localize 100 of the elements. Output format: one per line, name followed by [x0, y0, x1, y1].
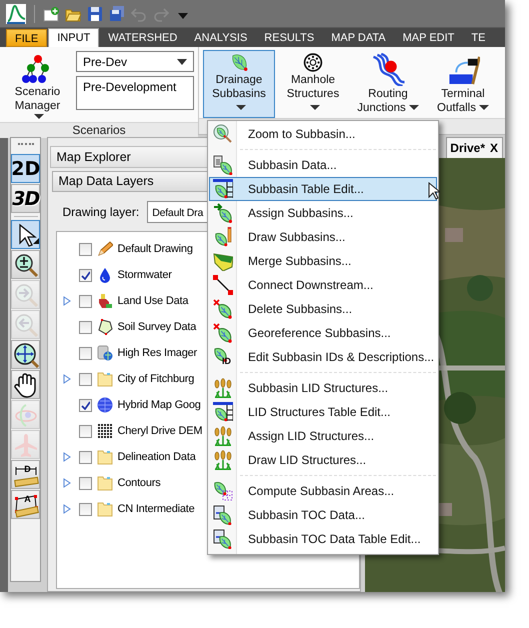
merge-icon	[213, 251, 233, 271]
expand-arrow-icon[interactable]	[63, 296, 72, 306]
expand-arrow-icon[interactable]	[63, 504, 72, 514]
menu-item[interactable]: Subbasin TOC Data Table Edit...	[209, 527, 437, 551]
connector-icon	[213, 275, 233, 295]
land-use-icon	[97, 293, 114, 309]
caret-icon[interactable]	[177, 58, 187, 64]
full-extent-icon	[12, 342, 39, 368]
ribbon-button[interactable]: Terminal Outfalls	[429, 50, 497, 118]
pencil-icon	[97, 241, 114, 257]
dot-grid-icon	[97, 423, 114, 439]
database-globe-icon	[97, 345, 114, 361]
layer-label[interactable]: Stormwater	[117, 269, 172, 281]
ribbon-button[interactable]: Manhole Structures	[279, 50, 347, 118]
menu-item[interactable]: Delete Subbasins...	[209, 297, 437, 321]
layer-label[interactable]: Delineation Data	[117, 451, 196, 463]
layer-label[interactable]: Hybrid Map Goog	[117, 399, 201, 411]
ribbon-tab[interactable]: ANALYSIS	[186, 29, 256, 47]
folder-icon	[97, 371, 114, 387]
layer-checkbox[interactable]	[79, 242, 92, 256]
layer-checkbox[interactable]	[79, 476, 92, 490]
folder-icon	[97, 449, 114, 465]
folder-icon	[97, 501, 114, 517]
new-file-icon[interactable]	[43, 6, 59, 22]
layer-checkbox[interactable]	[79, 320, 92, 334]
menu-item[interactable]: Georeference Subbasins...	[209, 321, 437, 345]
layer-label[interactable]: Soil Survey Data	[117, 321, 196, 333]
layer-checkbox[interactable]	[79, 346, 92, 360]
field-label: Drawing layer:	[62, 205, 140, 219]
ribbon-button[interactable]: Routing Junctions	[351, 50, 425, 118]
polygon-icon	[97, 319, 114, 335]
app-logo	[6, 4, 26, 24]
ribbon-tab[interactable]: RESULTS	[256, 29, 322, 47]
airplane-icon	[12, 432, 39, 458]
plants-icon	[213, 378, 233, 398]
layer-checkbox[interactable]	[79, 502, 92, 516]
table-leaf-icon	[213, 402, 233, 422]
close-button[interactable]: X	[490, 141, 498, 155]
menu-item[interactable]: Subbasin TOC Data...	[209, 503, 437, 527]
ribbon-tab[interactable]: MAP EDIT	[394, 29, 462, 47]
description-field[interactable]: Pre-Development	[76, 76, 194, 110]
expand-arrow-icon[interactable]	[63, 478, 72, 488]
save-all-icon[interactable]	[109, 6, 125, 22]
menu-item[interactable]: Merge Subbasins...	[209, 249, 437, 273]
table-leaf-icon	[213, 179, 233, 199]
ribbon-tab[interactable]: FILE	[6, 29, 48, 47]
ribbon-tab[interactable]: MAP DATA	[323, 29, 394, 47]
rotate-icon	[12, 402, 39, 428]
document-leaf-icon	[213, 505, 233, 525]
group-label: Scenarios	[0, 122, 198, 138]
menu-item[interactable]: Connect Downstream...	[209, 273, 437, 297]
cross-leaf-icon	[213, 323, 233, 343]
pencil-leaf-icon	[213, 227, 233, 247]
id-label: ID	[222, 356, 231, 366]
scenario-dropdown[interactable]: Pre-Dev	[76, 51, 194, 72]
zoom-previous-icon	[12, 312, 39, 338]
layer-label[interactable]: Contours	[117, 477, 161, 489]
map-tool-button[interactable]	[11, 220, 40, 249]
document-leaf-icon	[213, 529, 233, 549]
ribbon-button[interactable]: Drainage Subbasins	[203, 50, 275, 118]
map-tool-button[interactable]	[11, 340, 40, 369]
menu-item[interactable]: Assign LID Structures...	[209, 424, 437, 448]
menu-item[interactable]: LID Structures Table Edit...	[209, 400, 437, 424]
globe-icon	[97, 397, 114, 413]
ribbon-tab[interactable]: WATERSHED	[100, 29, 186, 47]
map-tool-button[interactable]	[11, 370, 40, 399]
expand-arrow-icon[interactable]	[63, 452, 72, 462]
save-icon[interactable]	[87, 6, 103, 22]
map-tool-button[interactable]	[11, 250, 40, 279]
layer-label[interactable]: Default Drawing	[117, 243, 193, 255]
layer-checkbox[interactable]	[79, 398, 92, 412]
ribbon-tab[interactable]: TE	[463, 29, 494, 47]
plants-icon	[213, 426, 233, 446]
layer-label[interactable]: CN Intermediate	[117, 503, 195, 515]
layer-label[interactable]: City of Fitchburg	[117, 373, 194, 385]
layer-checkbox[interactable]	[79, 372, 92, 386]
expand-arrow-icon[interactable]	[63, 374, 72, 384]
document-leaf-icon	[213, 155, 233, 175]
zoom-icon	[12, 252, 39, 278]
menu-item[interactable]: Subbasin Table Edit...	[209, 177, 437, 201]
junction-icon	[371, 53, 405, 86]
menu-item[interactable]: Subbasin LID Structures...	[209, 376, 437, 400]
layer-label[interactable]: Cheryl Drive DEM	[117, 425, 202, 437]
layer-label[interactable]: Land Use Data	[117, 295, 188, 307]
menu-item[interactable]: Assign Subbasins...	[209, 201, 437, 225]
layer-checkbox[interactable]	[79, 294, 92, 308]
menu-item[interactable]: ID Edit Subbasin IDs & Descriptions...	[209, 345, 437, 369]
menu-item[interactable]: Compute Subbasin Areas...	[209, 479, 437, 503]
map-tool-button[interactable]: 3D	[11, 184, 40, 213]
menu-item[interactable]: Draw LID Structures...	[209, 448, 437, 472]
menu-item[interactable]: Zoom to Subbasin...	[209, 122, 437, 146]
ribbon-tab[interactable]: INPUT	[48, 28, 100, 47]
layer-checkbox[interactable]	[79, 424, 92, 438]
zoom-next-icon	[12, 282, 39, 308]
menu-item[interactable]: Draw Subbasins...	[209, 225, 437, 249]
document-tab[interactable]: Drive* X	[446, 137, 503, 158]
layer-checkbox[interactable]	[79, 268, 92, 282]
layer-checkbox[interactable]	[79, 450, 92, 464]
layer-label[interactable]: High Res Imager	[117, 347, 198, 359]
folder-icon	[97, 475, 114, 491]
